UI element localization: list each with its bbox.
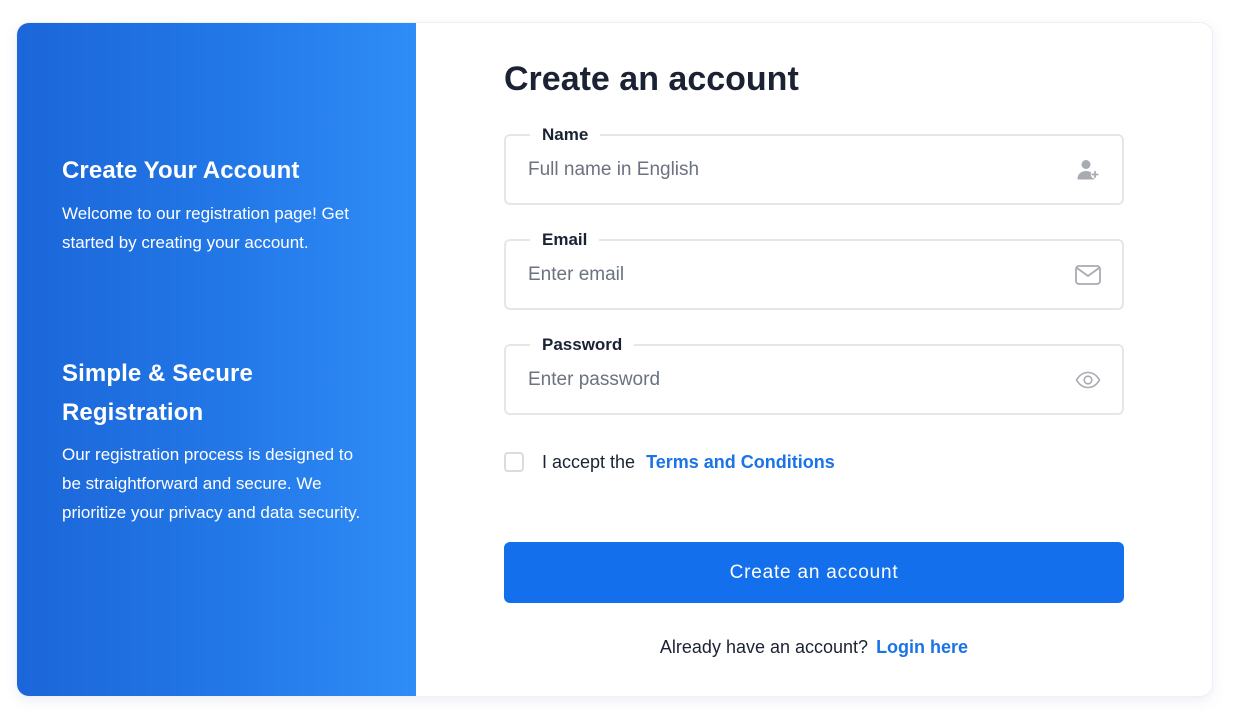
login-prompt-text: Already have an account? [659, 637, 869, 657]
envelope-icon [1074, 262, 1102, 288]
name-field: Name [504, 124, 1124, 205]
user-add-icon [1074, 157, 1102, 183]
email-field: Email [504, 229, 1124, 310]
terms-row: I accept the Terms and Conditions [504, 450, 835, 474]
terms-link[interactable]: Terms and Conditions [646, 452, 835, 473]
info-section-secure-registration: Simple & Secure Registration Our registr… [62, 354, 362, 527]
name-label: Name [530, 124, 601, 146]
info-heading: Simple & Secure Registration [62, 360, 253, 426]
registration-form: Create an account Name Email [416, 23, 1212, 696]
password-field: Password [504, 334, 1124, 415]
email-label: Email [530, 229, 600, 251]
info-section-create-account: Create Your Account Welcome to our regis… [62, 151, 382, 257]
login-prompt: Already have an account? Login here [504, 637, 1124, 658]
info-heading: Create Your Account [62, 157, 300, 184]
info-description: Our registration process is designed to … [62, 445, 361, 522]
info-description: Welcome to our registration page! Get st… [62, 204, 349, 252]
terms-text: I accept the [542, 451, 636, 472]
create-account-button[interactable]: Create an account [504, 542, 1124, 603]
login-link[interactable]: Login here [876, 637, 968, 657]
eye-icon[interactable] [1074, 367, 1102, 393]
email-input[interactable] [528, 260, 1048, 290]
terms-checkbox[interactable] [504, 452, 524, 472]
name-input[interactable] [528, 155, 1048, 185]
info-panel: Create Your Account Welcome to our regis… [17, 23, 416, 696]
registration-card: Create Your Account Welcome to our regis… [17, 23, 1212, 696]
password-input[interactable] [528, 365, 1048, 395]
password-label: Password [530, 334, 635, 356]
form-title: Create an account [504, 60, 799, 98]
